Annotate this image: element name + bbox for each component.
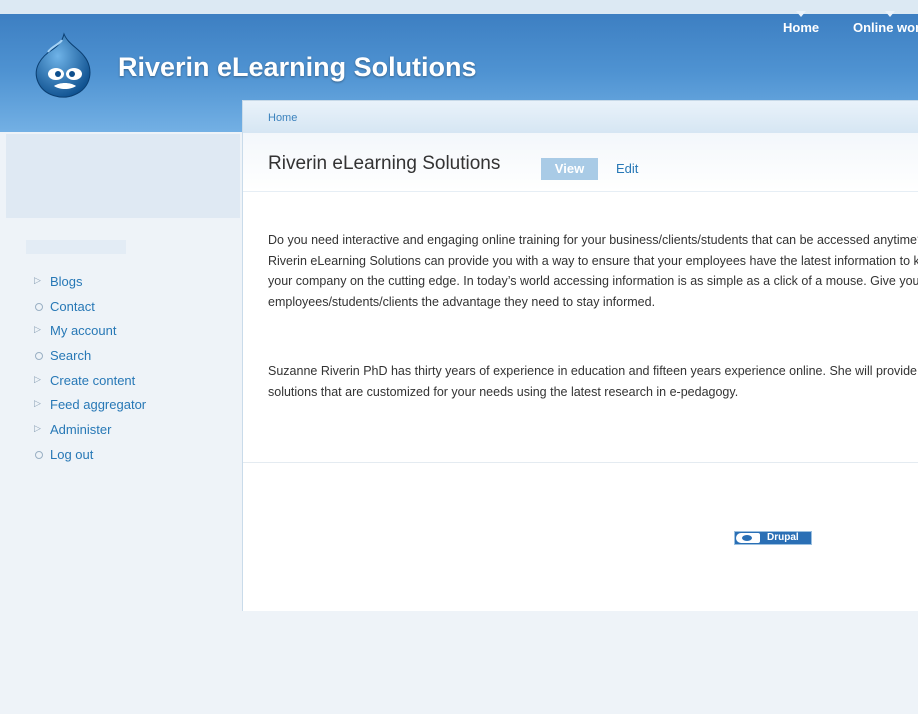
sidebar-item-label[interactable]: My account [50,323,116,338]
badge-label: Drupal [767,532,799,543]
drupal-badge-icon [736,533,760,543]
triangle-bullet-icon: ▷ [34,374,41,385]
caret-icon [885,11,896,17]
page-title: Riverin eLearning Solutions [268,153,501,174]
powered-by-drupal-badge[interactable]: Drupal [734,531,812,545]
sidebar-header-block [6,134,240,218]
tab-view[interactable]: View [541,158,598,180]
breadcrumb-bar: Home [243,100,918,134]
triangle-bullet-icon: ▷ [34,399,41,410]
primary-links: Home Online work [780,10,918,40]
tab-edit[interactable]: Edit [616,161,638,176]
drupal-logo-icon[interactable] [34,32,96,98]
primary-link-label: Home [783,20,820,35]
sidebar-item-label[interactable]: Feed aggregator [50,397,146,412]
primary-link-home[interactable]: Home [783,11,820,35]
triangle-bullet-icon: ▷ [34,276,41,286]
circle-bullet-icon [35,450,43,459]
sidebar-block-title [26,240,126,254]
node-body: Do you need interactive and engaging onl… [268,230,918,450]
active-caret-icon [796,11,807,17]
sidebar-item-label[interactable]: Log out [50,447,93,462]
primary-link-label: Online work [853,20,918,35]
breadcrumb-home-link[interactable]: Home [268,112,297,124]
body-paragraph: Do you need interactive and engaging onl… [268,233,918,310]
sidebar-item-label[interactable]: Administer [50,422,111,437]
content-divider [243,462,918,463]
sidebar-item-label[interactable]: Blogs [50,274,83,289]
body-paragraph: Suzanne Riverin PhD has thirty years of … [268,363,917,399]
sidebar-item-label[interactable]: Contact [50,299,95,314]
circle-bullet-icon [35,302,43,311]
site-name[interactable]: Riverin eLearning Solutions [118,52,477,83]
sidebar-item-label[interactable]: Create content [50,373,135,388]
primary-link-online-work[interactable]: Online work [853,11,918,35]
triangle-bullet-icon: ▷ [34,325,41,336]
circle-bullet-icon [35,352,43,361]
triangle-bullet-icon: ▷ [34,424,41,435]
title-area: Riverin eLearning Solutions View Edit [243,133,918,192]
main-content-panel: Home Riverin eLearning Solutions View Ed… [242,100,918,611]
sidebar-item-label[interactable]: Search [50,348,91,363]
